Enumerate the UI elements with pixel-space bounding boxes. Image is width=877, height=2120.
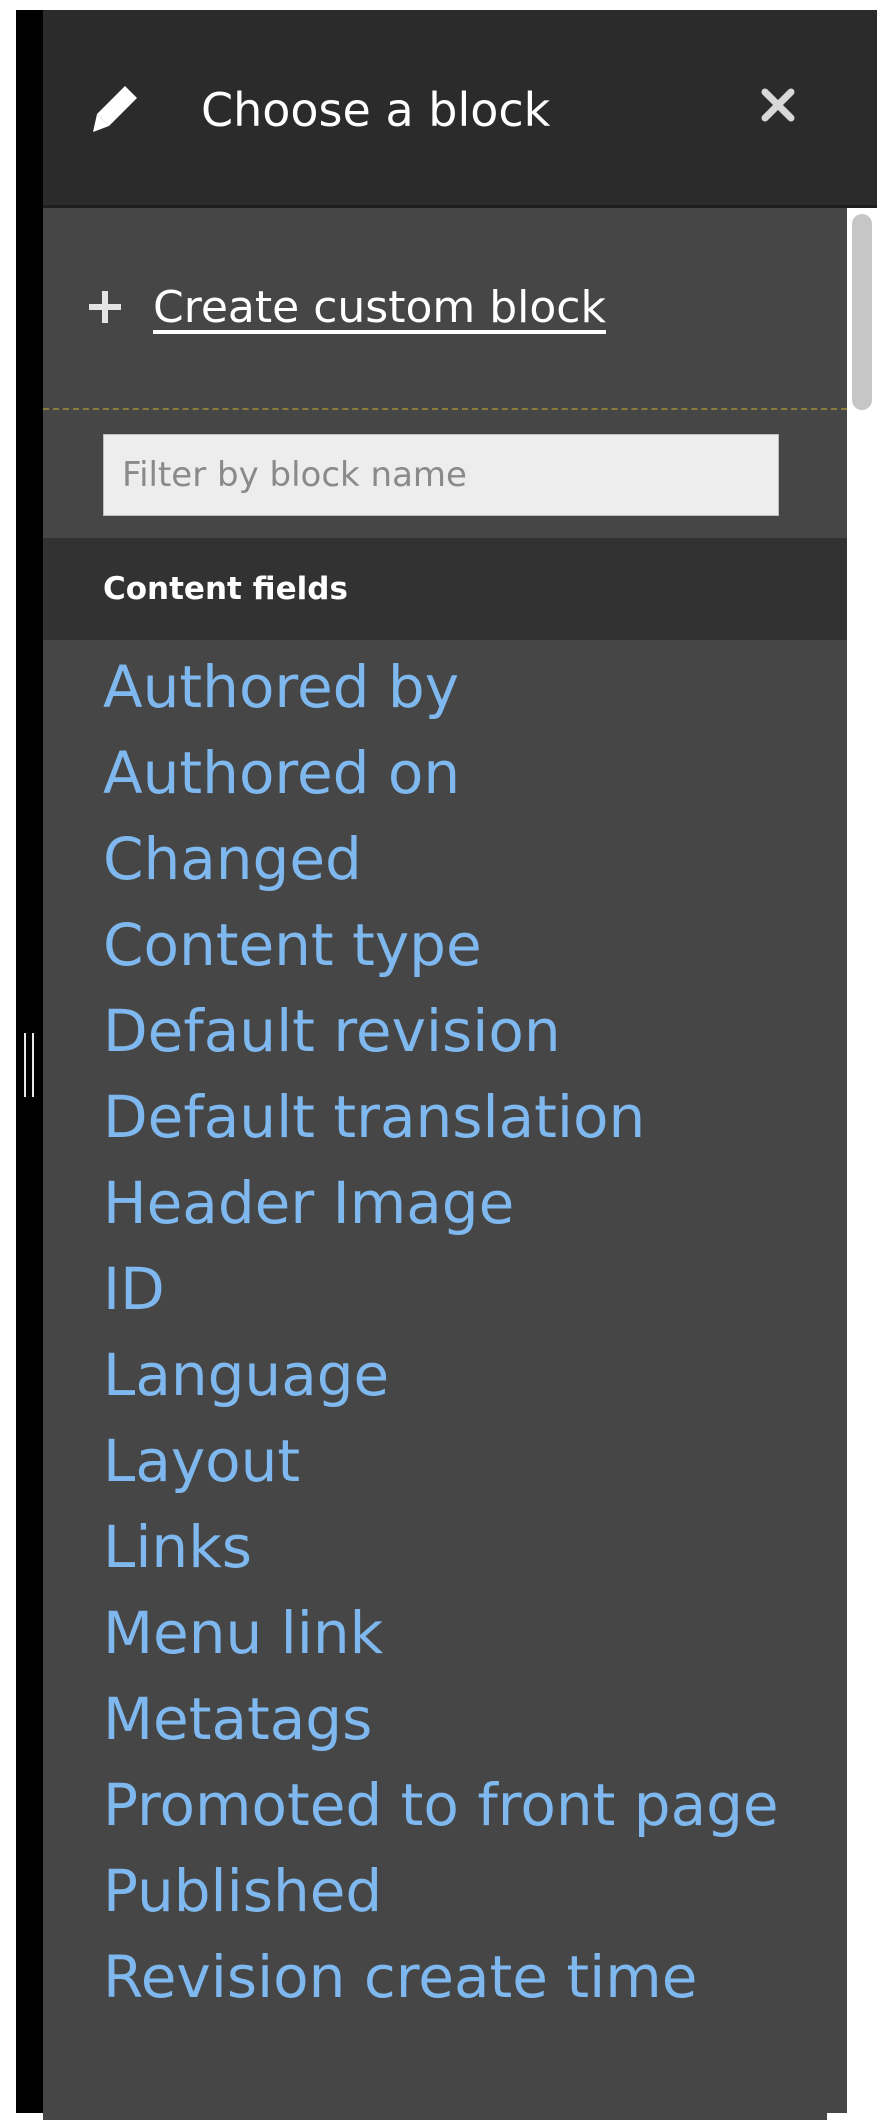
create-custom-block-link[interactable]: Create custom block bbox=[153, 282, 606, 333]
block-link-default-revision[interactable]: Default revision bbox=[103, 988, 783, 1074]
block-link-id[interactable]: ID bbox=[103, 1246, 783, 1332]
create-custom-block-row[interactable]: Create custom block bbox=[89, 272, 606, 342]
block-link-revision-create-time[interactable]: Revision create time bbox=[103, 1934, 783, 2020]
block-link-content-type[interactable]: Content type bbox=[103, 902, 783, 988]
block-link-language[interactable]: Language bbox=[103, 1332, 783, 1418]
off-canvas-tray: Choose a block Create custom block Conte… bbox=[43, 10, 877, 2120]
scrollbar-thumb[interactable] bbox=[852, 214, 872, 410]
section-header: Content fields bbox=[43, 538, 847, 640]
tray-content: Create custom block Content fields Autho… bbox=[43, 208, 847, 2120]
tray-header: Choose a block bbox=[43, 10, 877, 208]
block-link-metatags[interactable]: Metatags bbox=[103, 1676, 783, 1762]
resize-handle[interactable] bbox=[24, 1033, 36, 1097]
block-link-authored-on[interactable]: Authored on bbox=[103, 730, 783, 816]
plus-icon bbox=[89, 291, 121, 323]
tray-title: Choose a block bbox=[201, 83, 551, 137]
section-title: Content fields bbox=[103, 571, 348, 607]
block-link-header-image[interactable]: Header Image bbox=[103, 1160, 783, 1246]
block-link-promoted-to-front-page[interactable]: Promoted to front page bbox=[103, 1762, 783, 1848]
block-link-links[interactable]: Links bbox=[103, 1504, 783, 1590]
block-link-authored-by[interactable]: Authored by bbox=[103, 644, 783, 730]
pencil-icon bbox=[93, 86, 137, 132]
block-list: Authored by Authored on Changed Content … bbox=[43, 640, 827, 2120]
divider bbox=[43, 408, 847, 410]
block-link-default-translation[interactable]: Default translation bbox=[103, 1074, 783, 1160]
filter-input[interactable] bbox=[103, 434, 779, 516]
page-background bbox=[0, 0, 16, 2113]
scrollbar[interactable] bbox=[847, 208, 877, 2113]
close-icon[interactable] bbox=[761, 88, 795, 122]
block-link-menu-link[interactable]: Menu link bbox=[103, 1590, 783, 1676]
block-link-changed[interactable]: Changed bbox=[103, 816, 783, 902]
block-link-layout[interactable]: Layout bbox=[103, 1418, 783, 1504]
block-link-published[interactable]: Published bbox=[103, 1848, 783, 1934]
